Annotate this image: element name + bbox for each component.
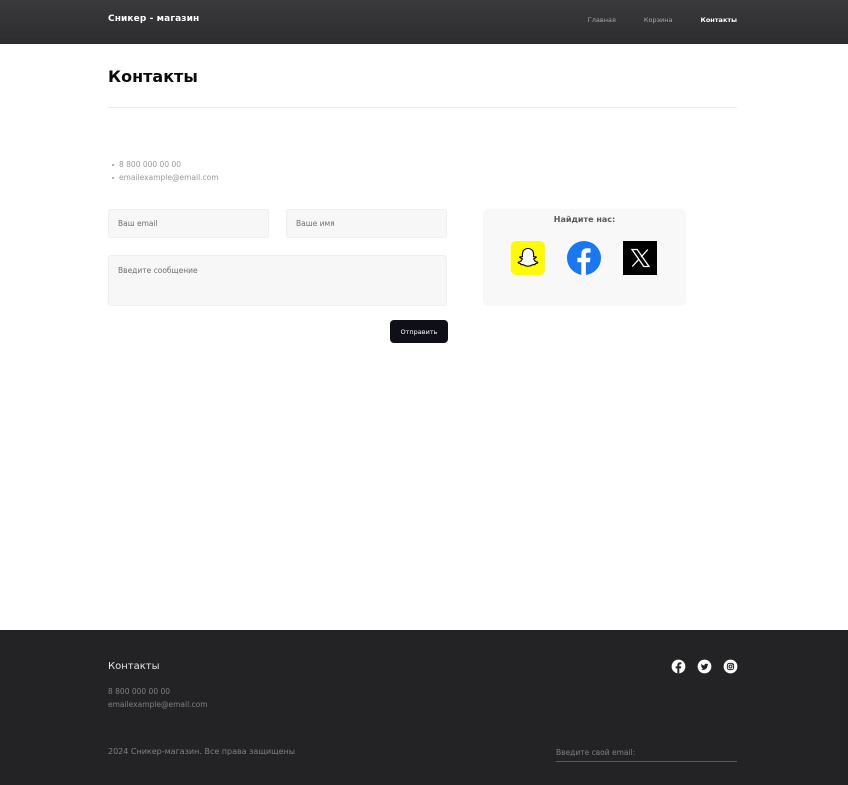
subscribe-email-input[interactable]: [556, 744, 737, 762]
footer-heading: Контакты: [108, 661, 160, 672]
contact-email: emailexample@email.com: [112, 171, 219, 184]
site-footer: Контакты 8 800 000 00 00 emailexample@em…: [0, 630, 848, 785]
message-field[interactable]: [108, 255, 447, 306]
email-field[interactable]: [108, 209, 269, 238]
nav-cart[interactable]: Корзина: [644, 16, 673, 25]
facebook-icon[interactable]: [671, 659, 686, 674]
find-us-title: Найдите нас:: [553, 215, 616, 224]
name-field[interactable]: [286, 209, 447, 238]
footer-email: emailexample@email.com: [108, 700, 208, 709]
nav-home[interactable]: Главная: [588, 16, 616, 25]
contact-list: 8 800 000 00 00 emailexample@email.com: [112, 158, 219, 184]
main-nav: Главная Корзина Контакты: [588, 16, 737, 25]
site-logo[interactable]: Сникер - магазин: [108, 14, 199, 24]
send-button[interactable]: Отправить: [390, 320, 448, 343]
x-icon[interactable]: [623, 241, 657, 275]
contact-phone: 8 800 000 00 00: [112, 158, 219, 171]
instagram-icon[interactable]: [723, 659, 738, 674]
snapchat-icon[interactable]: [511, 241, 545, 275]
find-us-card: Найдите нас:: [483, 209, 686, 306]
facebook-icon[interactable]: [567, 241, 601, 275]
title-divider: [108, 107, 737, 108]
page-title: Контакты: [108, 67, 198, 86]
footer-social-icons: [671, 659, 738, 674]
footer-copyright: 2024 Сникер-магазин. Все права защищены: [108, 747, 296, 756]
twitter-icon[interactable]: [697, 659, 712, 674]
nav-contacts[interactable]: Контакты: [701, 16, 737, 25]
footer-phone: 8 800 000 00 00: [108, 687, 171, 696]
site-header: Сникер - магазин Главная Корзина Контакт…: [0, 0, 848, 44]
